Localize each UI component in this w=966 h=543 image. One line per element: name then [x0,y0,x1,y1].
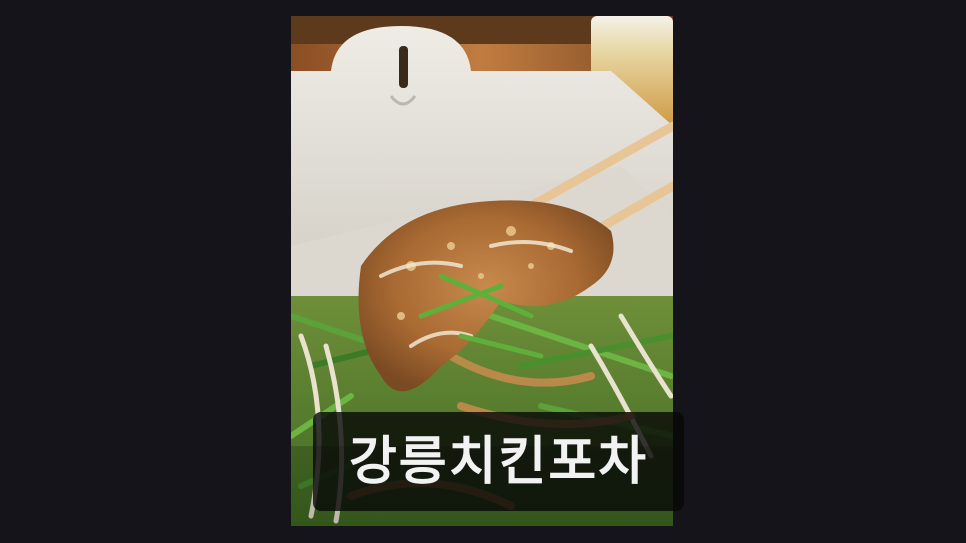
caption-box: 강릉치킨포차 [313,412,684,511]
caption-text: 강릉치킨포차 [348,431,649,492]
video-frame: 강릉치킨포차 [0,0,966,543]
